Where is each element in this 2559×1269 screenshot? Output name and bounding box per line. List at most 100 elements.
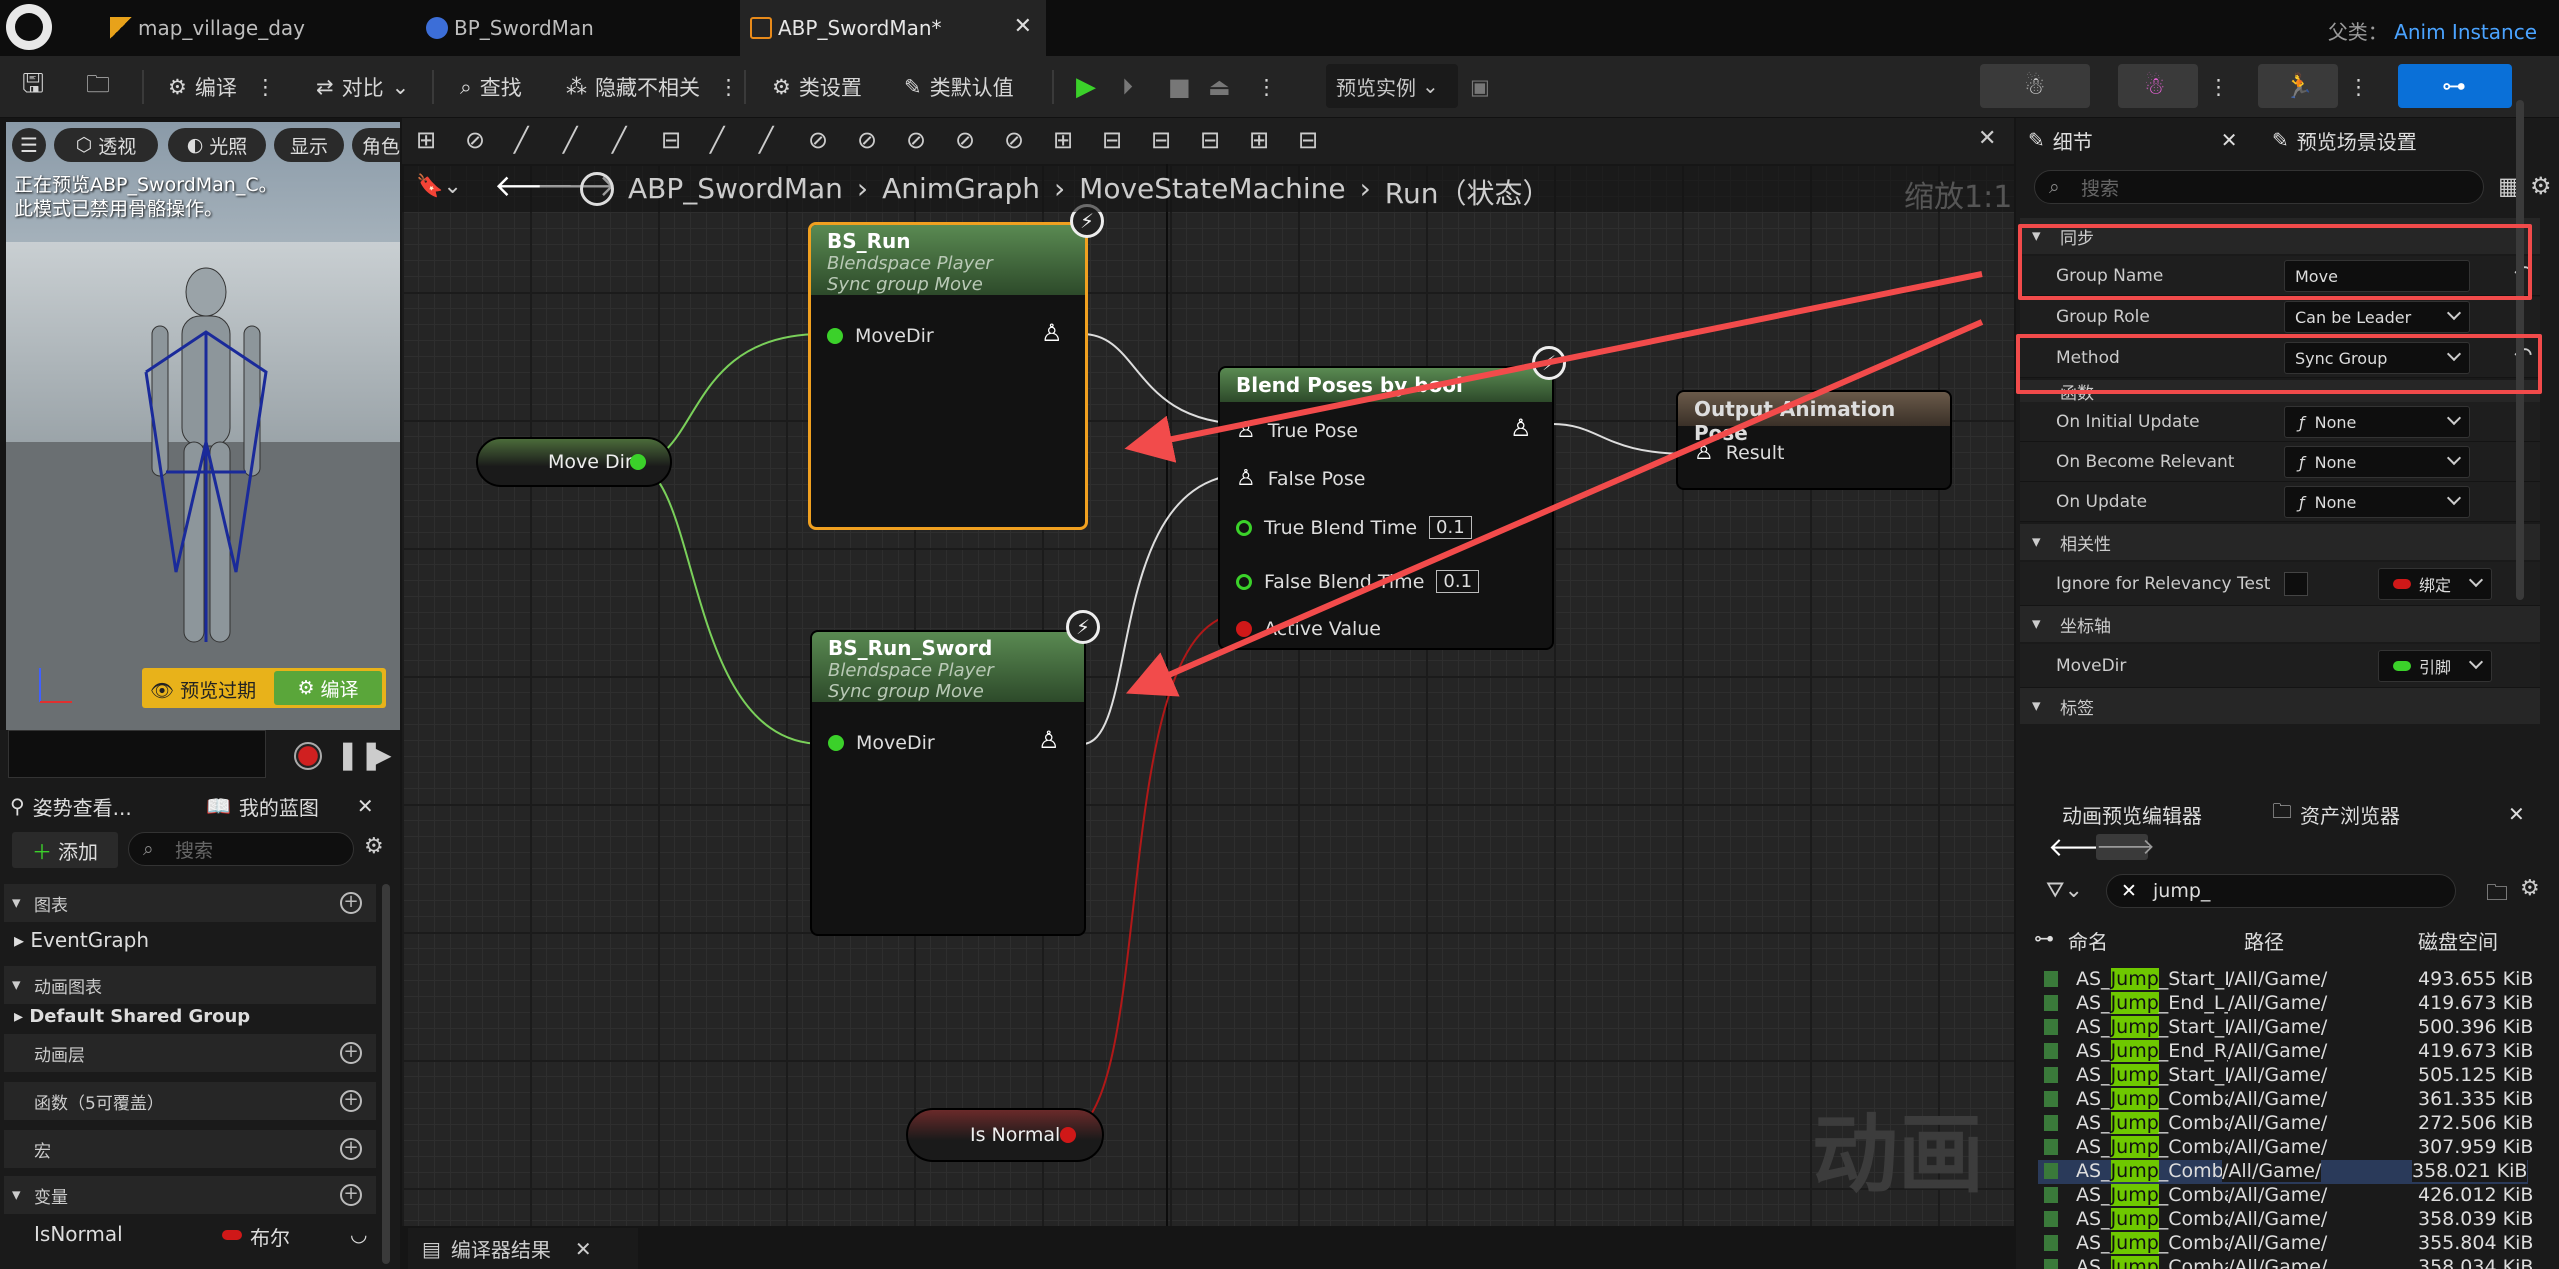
- asset-row[interactable]: AS_Jump_Combat_/All/Game/358.034 KiB: [2044, 1256, 2534, 1269]
- forward-arrow-icon[interactable]: 🡒: [2096, 834, 2155, 860]
- record-icon[interactable]: [294, 742, 322, 770]
- crumb-root[interactable]: ABP_SwordMan: [628, 172, 843, 212]
- graph-shortcut-icon[interactable]: ╱: [563, 126, 577, 154]
- add-function-icon[interactable]: +: [340, 1090, 362, 1112]
- close-icon[interactable]: ✕: [2221, 128, 2238, 152]
- tab-abp-swordman[interactable]: ABP_SwordMan* ✕: [740, 0, 1046, 56]
- eventgraph-item[interactable]: ▸ EventGraph: [14, 928, 149, 952]
- skeleton-mode-button[interactable]: ☃: [1980, 64, 2090, 108]
- column-path[interactable]: 路径: [2244, 926, 2284, 955]
- graph-tab-close-icon[interactable]: ✕: [1978, 126, 1996, 151]
- graph-shortcut-icon[interactable]: ╱: [514, 126, 528, 154]
- crumb-state-machine[interactable]: MoveStateMachine: [1079, 172, 1345, 212]
- graph-shortcut-icon[interactable]: ⊟: [661, 126, 681, 154]
- viewport-menu-button[interactable]: ☰: [12, 128, 46, 162]
- asset-row[interactable]: AS_Jump_Start_B_/All/Game/493.655 KiB: [2044, 968, 2534, 992]
- preview-instance-dropdown[interactable]: 预览实例 ⌄: [1326, 64, 1458, 108]
- class-settings-button[interactable]: ⚙ 类设置: [772, 68, 862, 106]
- preview-viewport[interactable]: ☰ ⬡ 透视 ◐ 光照 显示 角色 正在预览ABP_SwordMan_C。 此模式已…: [6, 122, 400, 730]
- pin-dropdown[interactable]: 引脚: [2378, 650, 2492, 682]
- add-folder-icon[interactable]: 🗀: [2486, 876, 2508, 914]
- debug-object-icon[interactable]: ▣: [1470, 68, 1490, 106]
- gear-icon[interactable]: ⚙: [364, 834, 384, 859]
- parent-class-link[interactable]: Anim Instance: [2394, 20, 2537, 44]
- asset-row[interactable]: AS_Jump_Combat_/All/Game/358.021 KiB: [2038, 1160, 2528, 1184]
- gear-icon[interactable]: ⚙: [2530, 172, 2552, 200]
- more-icon[interactable]: ⋮: [2208, 68, 2229, 106]
- ignore-relevancy-checkbox[interactable]: [2284, 572, 2308, 596]
- close-icon[interactable]: ✕: [575, 1237, 592, 1261]
- lit-button[interactable]: ◐ 光照: [168, 128, 266, 162]
- diff-button[interactable]: ⇄ 对比 ⌄: [316, 68, 409, 106]
- graph-shortcut-icon[interactable]: ⊞: [416, 126, 436, 154]
- category-anim-layers[interactable]: 动画层 +: [4, 1034, 376, 1072]
- tab-map[interactable]: map_village_day: [100, 0, 410, 56]
- panel-scrollbar[interactable]: [382, 884, 390, 1264]
- category-variables[interactable]: ▾ 变量 +: [4, 1176, 376, 1214]
- category-graphs[interactable]: ▾ 图表 +: [4, 884, 376, 922]
- blueprint-mode-button[interactable]: ⊶: [2398, 64, 2512, 108]
- perspective-button[interactable]: ⬡ 透视: [54, 128, 158, 162]
- asset-row[interactable]: AS_Jump_Combat_/All/Game/355.804 KiB: [2044, 1232, 2534, 1256]
- category-tags[interactable]: ▾ 标签: [2020, 688, 2540, 724]
- add-variable-icon[interactable]: +: [340, 1184, 362, 1206]
- asset-row[interactable]: AS_Jump_Combat_/All/Game/358.039 KiB: [2044, 1208, 2534, 1232]
- graph-shortcut-icon[interactable]: ⊘: [465, 126, 485, 154]
- add-graph-icon[interactable]: +: [340, 892, 362, 914]
- play-icon[interactable]: ▶: [1076, 68, 1096, 106]
- bind-dropdown[interactable]: 绑定: [2378, 568, 2492, 600]
- tab-my-blueprint[interactable]: 📖 我的蓝图 ✕: [206, 784, 374, 828]
- group-role-dropdown[interactable]: Can be Leader: [2284, 301, 2470, 333]
- graph-shortcut-icon[interactable]: ╱: [710, 126, 724, 154]
- on-become-relevant-dropdown[interactable]: ƒ None: [2284, 446, 2470, 478]
- add-button[interactable]: ＋添加: [12, 832, 118, 868]
- unreal-logo-icon[interactable]: [6, 4, 52, 50]
- close-icon[interactable]: ✕: [357, 794, 374, 818]
- tab-pose-watch[interactable]: ⚲ 姿势查看...: [10, 784, 132, 828]
- graph-shortcut-icon[interactable]: ⊘: [1004, 126, 1024, 154]
- compiler-results-tab[interactable]: ▤ 编译器结果 ✕: [408, 1228, 638, 1269]
- eye-icon[interactable]: ◡: [350, 1222, 367, 1246]
- category-functions[interactable]: 函数（5可覆盖） +: [4, 1082, 376, 1120]
- blueprint-search-input[interactable]: ⌕ 搜索: [128, 832, 354, 866]
- tab-details[interactable]: ✎ 细节 ✕: [2028, 118, 2260, 162]
- compile-button[interactable]: ⚙ 编译 ⋮: [168, 68, 276, 106]
- graph-shortcut-icon[interactable]: ⊞: [1249, 126, 1269, 154]
- timeline-field[interactable]: [8, 730, 266, 778]
- gear-icon[interactable]: ⚙: [2520, 876, 2540, 901]
- show-button[interactable]: 显示: [274, 128, 344, 162]
- crumb-animgraph[interactable]: AnimGraph: [882, 172, 1040, 212]
- graph-shortcut-icon[interactable]: ⊟: [1200, 126, 1220, 154]
- more-icon[interactable]: ⋮: [255, 75, 276, 99]
- variable-isnormal[interactable]: IsNormal 布尔 ◡: [34, 1222, 374, 1252]
- asset-row[interactable]: AS_Jump_Combat_/All/Game/307.959 KiB: [2044, 1136, 2534, 1160]
- details-search-input[interactable]: ⌕ 搜索: [2034, 170, 2484, 204]
- find-button[interactable]: ⌕ 查找: [460, 68, 522, 106]
- category-anim-graphs[interactable]: ▾ 动画图表: [4, 966, 376, 1004]
- graph-shortcut-icon[interactable]: ⊘: [808, 126, 828, 154]
- browse-icon[interactable]: 🗀: [86, 68, 110, 106]
- category-axis[interactable]: ▾ 坐标轴: [2020, 606, 2540, 642]
- viewport-compile-button[interactable]: ⚙ 编译: [274, 671, 382, 705]
- mesh-mode-button[interactable]: ☃: [2118, 64, 2198, 108]
- asset-row[interactable]: AS_Jump_Combat_/All/Game/361.335 KiB: [2044, 1088, 2534, 1112]
- category-macros[interactable]: 宏 +: [4, 1130, 376, 1168]
- play-icon[interactable]: ▶: [370, 738, 392, 771]
- graph-shortcut-icon[interactable]: ╱: [759, 126, 773, 154]
- view-options-icon[interactable]: ⊶: [2034, 926, 2054, 950]
- bookmark-icon[interactable]: 🔖⌄: [416, 174, 462, 199]
- more-icon[interactable]: ⋮: [718, 75, 739, 99]
- tab-anim-preview-editor[interactable]: 动画预览编辑器: [2062, 792, 2202, 836]
- hide-unrelated-button[interactable]: ⁂ 隐藏不相关 ⋮: [566, 68, 739, 106]
- graph-shortcut-icon[interactable]: ⊟: [1102, 126, 1122, 154]
- step-icon[interactable]: ⏵: [1122, 68, 1133, 106]
- graph-shortcut-icon[interactable]: ⊘: [906, 126, 926, 154]
- graph-shortcut-icon[interactable]: ⊟: [1151, 126, 1171, 154]
- asset-row[interactable]: AS_Jump_Combat_/All/Game/426.012 KiB: [2044, 1184, 2534, 1208]
- asset-row[interactable]: AS_Jump_Start_R_/All/Game/505.125 KiB: [2044, 1064, 2534, 1088]
- class-defaults-button[interactable]: ✎ 类默认值: [904, 68, 1014, 106]
- filter-icon[interactable]: ⛛⌄: [2046, 878, 2083, 903]
- animation-mode-button[interactable]: 🏃: [2258, 64, 2338, 108]
- graph-shortcut-icon[interactable]: ⊘: [857, 126, 877, 154]
- add-macro-icon[interactable]: +: [340, 1138, 362, 1160]
